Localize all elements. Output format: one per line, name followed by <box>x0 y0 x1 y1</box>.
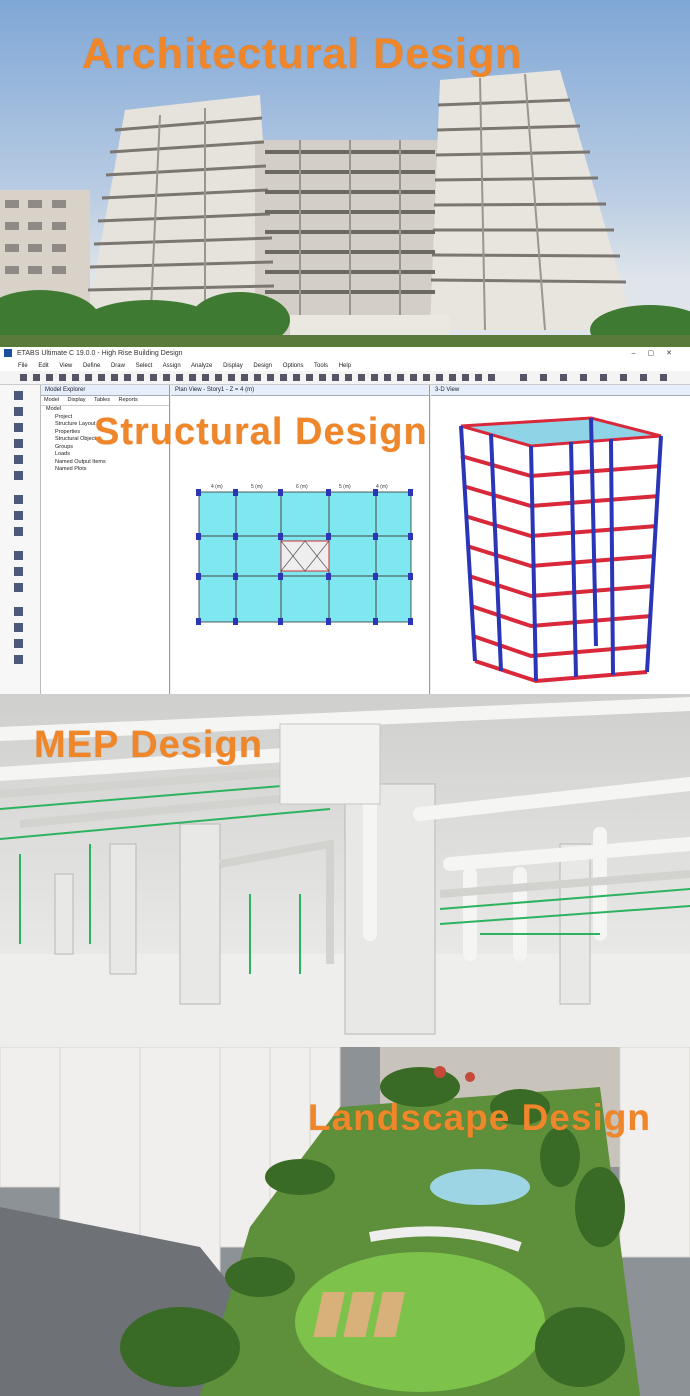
plan-dim-label: 5 (m) <box>251 484 263 490</box>
menu-file[interactable]: File <box>18 363 28 369</box>
plan-dim-label: 6 (m) <box>296 484 308 490</box>
structural-panel: ETABS Ultimate C 19.0.0 - High Rise Buil… <box>0 347 690 697</box>
landscape-design-title: Landscape Design <box>308 1097 651 1138</box>
tab-tables[interactable]: Tables <box>94 397 110 403</box>
menu-draw[interactable]: Draw <box>111 363 125 369</box>
tab-display[interactable]: Display <box>68 397 86 403</box>
plan-view-header: Plan View - Story1 - Z = 4 (m) <box>171 385 429 396</box>
mep-panel: MEP Design <box>0 694 690 1049</box>
left-tool-palette <box>0 385 41 697</box>
etabs-app-icon <box>4 349 12 358</box>
menu-select[interactable]: Select <box>136 363 153 369</box>
menu-display[interactable]: Display <box>223 363 243 369</box>
explorer-tabs: Model Display Tables Reports <box>41 396 169 406</box>
structural-design-title: Structural Design <box>94 411 428 453</box>
menu-tools[interactable]: Tools <box>314 363 328 369</box>
menu-help[interactable]: Help <box>339 363 351 369</box>
tab-model[interactable]: Model <box>44 397 59 403</box>
architectural-panel: Architectural Design <box>0 0 690 350</box>
landscape-panel: Landscape Design <box>0 1047 690 1396</box>
window-controls[interactable]: –▢✕ <box>632 347 684 361</box>
menu-assign[interactable]: Assign <box>163 363 181 369</box>
tree-item[interactable]: Named Plots <box>41 466 169 474</box>
window-title: ETABS Ultimate C 19.0.0 - High Rise Buil… <box>16 350 183 357</box>
model-explorer-header: Model Explorer <box>41 385 169 396</box>
3d-view-header: 3-D View <box>431 385 690 396</box>
core-opening <box>280 540 330 572</box>
etabs-window-titlebar: ETABS Ultimate C 19.0.0 - High Rise Buil… <box>0 347 690 361</box>
menu-bar: File Edit View Define Draw Select Assign… <box>0 361 690 371</box>
menu-view[interactable]: View <box>59 363 72 369</box>
toolbar <box>0 371 690 385</box>
architectural-design-title: Architectural Design <box>82 30 523 78</box>
menu-options[interactable]: Options <box>283 363 304 369</box>
menu-design[interactable]: Design <box>253 363 272 369</box>
plan-dim-label: 4 (m) <box>211 484 223 490</box>
plan-dim-label: 5 (m) <box>339 484 351 490</box>
3d-view-pane: 3-D View <box>431 385 690 697</box>
menu-analyze[interactable]: Analyze <box>191 363 212 369</box>
menu-edit[interactable]: Edit <box>38 363 48 369</box>
left-tool-icons[interactable] <box>0 385 40 697</box>
tab-reports[interactable]: Reports <box>119 397 138 403</box>
3d-building-model[interactable] <box>431 396 690 696</box>
toolbar-icons[interactable] <box>0 371 690 384</box>
tree-item[interactable]: Named Output Items <box>41 459 169 467</box>
menu-define[interactable]: Define <box>83 363 100 369</box>
mep-design-title: MEP Design <box>34 724 263 766</box>
